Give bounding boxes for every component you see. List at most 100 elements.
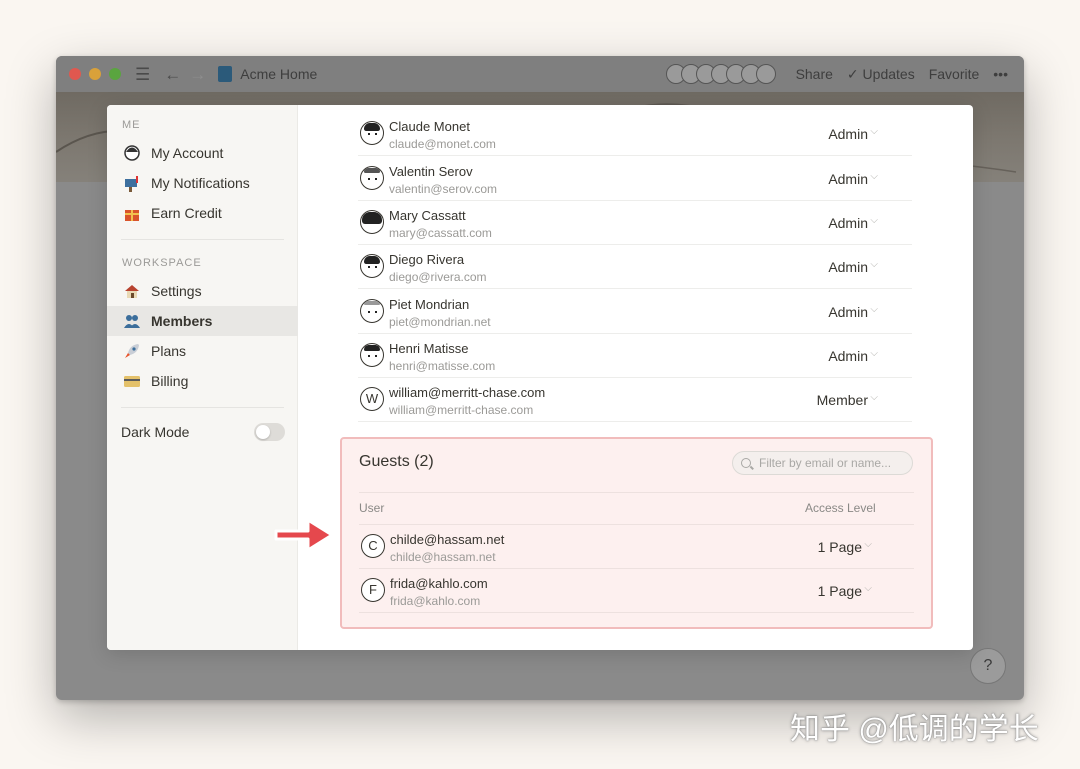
collaborator-avatars — [665, 64, 776, 84]
avatar: F — [361, 578, 385, 602]
close-window-button[interactable] — [69, 68, 81, 80]
role-dropdown[interactable]: Admin — [828, 215, 868, 231]
column-header-user: User — [359, 501, 385, 515]
sidebar-item-billing[interactable]: Billing — [107, 366, 298, 396]
avatar — [360, 299, 384, 323]
guest-name: childe@hassam.net — [390, 532, 505, 547]
chevron-down-icon[interactable]: ⌵ — [870, 171, 878, 182]
member-email: piet@mondrian.net — [389, 315, 491, 329]
more-options-button[interactable]: ••• — [993, 66, 1008, 82]
member-row: Valentin Serov valentin@serov.com Admin … — [358, 157, 912, 201]
member-email: claude@monet.com — [389, 137, 496, 151]
guests-heading: Guests (2) — [359, 453, 434, 470]
guest-filter-input[interactable]: Filter by email or name... — [732, 451, 913, 475]
share-button[interactable]: Share — [796, 66, 833, 82]
chevron-down-icon[interactable]: ⌵ — [870, 348, 878, 359]
chevron-down-icon[interactable]: ⌵ — [870, 392, 878, 403]
sidebar-item-members[interactable]: Members — [107, 306, 298, 336]
member-row: Claude Monet claude@monet.com Admin ⌵ — [358, 112, 912, 156]
mailbox-icon — [122, 174, 142, 192]
access-level-dropdown[interactable]: 1 Page — [818, 539, 862, 555]
sidebar-item-label: Plans — [151, 343, 187, 359]
role-dropdown[interactable]: Admin — [828, 304, 868, 320]
member-email: diego@rivera.com — [389, 270, 487, 284]
avatar[interactable] — [755, 64, 776, 84]
chevron-down-icon[interactable]: ⌵ — [864, 539, 872, 550]
guest-name: frida@kahlo.com — [390, 576, 488, 591]
avatar — [360, 121, 384, 145]
guest-row: C childe@hassam.net childe@hassam.net 1 … — [359, 525, 914, 569]
account-icon — [122, 144, 142, 162]
sidebar-item-label: Members — [151, 313, 213, 329]
member-name: Henri Matisse — [389, 341, 469, 356]
member-row: W william@merritt-chase.com william@merr… — [358, 378, 912, 422]
dark-mode-toggle[interactable] — [254, 423, 285, 441]
window-controls — [69, 68, 121, 80]
forward-arrow-icon[interactable]: → — [189, 66, 206, 83]
watermark-text: 知乎 @低调的学长 — [790, 713, 1039, 746]
rocket-icon — [122, 342, 142, 360]
help-button[interactable]: ? — [970, 648, 1006, 684]
role-dropdown[interactable]: Member — [817, 392, 868, 408]
member-name: Diego Rivera — [389, 252, 465, 267]
settings-modal: ME My Account My Notifications Earn Cred… — [107, 105, 973, 650]
page-book-icon — [218, 66, 233, 82]
sidebar-divider — [121, 407, 284, 408]
guests-divider — [359, 492, 914, 493]
guest-row: F frida@kahlo.com frida@kahlo.com 1 Page… — [359, 569, 914, 613]
member-email: william@merritt-chase.com — [389, 403, 534, 417]
people-icon — [122, 312, 142, 330]
avatar: W — [360, 387, 384, 411]
sidebar-item-label: Earn Credit — [151, 205, 222, 221]
checkmark-icon: ✓ — [846, 65, 859, 82]
favorite-button[interactable]: Favorite — [929, 66, 980, 82]
role-dropdown[interactable]: Admin — [828, 259, 868, 275]
filter-placeholder: Filter by email or name... — [759, 456, 892, 470]
chevron-down-icon[interactable]: ⌵ — [864, 583, 872, 594]
sidebar-item-earn-credit[interactable]: Earn Credit — [107, 198, 298, 228]
member-name: Valentin Serov — [389, 164, 473, 179]
sidebar-item-label: My Account — [151, 145, 224, 161]
gift-icon — [122, 204, 142, 222]
role-dropdown[interactable]: Admin — [828, 348, 868, 364]
avatar — [360, 254, 384, 278]
avatar — [360, 343, 384, 367]
member-row: Mary Cassatt mary@cassatt.com Admin ⌵ — [358, 201, 912, 245]
minimize-window-button[interactable] — [89, 68, 101, 80]
access-level-dropdown[interactable]: 1 Page — [818, 583, 862, 599]
sidebar-item-my-notifications[interactable]: My Notifications — [107, 168, 298, 198]
chevron-down-icon[interactable]: ⌵ — [870, 215, 878, 226]
member-email: valentin@serov.com — [389, 182, 497, 196]
avatar: C — [361, 534, 385, 558]
updates-button[interactable]: ✓ Updates — [847, 66, 915, 83]
sidebar-item-label: Billing — [151, 373, 189, 389]
column-header-access-level: Access Level — [805, 501, 876, 515]
updates-label: Updates — [862, 65, 915, 82]
sidebar-item-my-account[interactable]: My Account — [107, 138, 298, 168]
breadcrumb-page-title[interactable]: Acme Home — [240, 66, 317, 82]
maximize-window-button[interactable] — [109, 68, 121, 80]
house-icon — [122, 282, 142, 300]
guests-section: Guests (2) Filter by email or name... Us… — [340, 437, 933, 629]
chevron-down-icon[interactable]: ⌵ — [870, 304, 878, 315]
topbar-actions: Share ✓ Updates Favorite ••• — [665, 56, 1008, 92]
role-dropdown[interactable]: Admin — [828, 171, 868, 187]
member-name: Claude Monet — [389, 119, 470, 134]
credit-card-icon — [122, 372, 142, 390]
chevron-down-icon[interactable]: ⌵ — [870, 259, 878, 270]
sidebar-divider — [121, 239, 284, 240]
sidebar-item-settings[interactable]: Settings — [107, 276, 298, 306]
member-email: mary@cassatt.com — [389, 226, 492, 240]
sidebar-item-plans[interactable]: Plans — [107, 336, 298, 366]
search-icon — [741, 458, 751, 468]
guest-email: childe@hassam.net — [390, 550, 496, 564]
member-row: Diego Rivera diego@rivera.com Admin ⌵ — [358, 245, 912, 289]
avatar — [360, 166, 384, 190]
avatar — [360, 210, 384, 234]
member-name: Piet Mondrian — [389, 297, 470, 312]
hamburger-menu-icon[interactable]: ☰ — [135, 66, 150, 83]
settings-sidebar: ME My Account My Notifications Earn Cred… — [107, 105, 298, 650]
role-dropdown[interactable]: Admin — [828, 126, 868, 142]
back-arrow-icon[interactable]: ← — [164, 66, 181, 83]
chevron-down-icon[interactable]: ⌵ — [870, 126, 878, 137]
